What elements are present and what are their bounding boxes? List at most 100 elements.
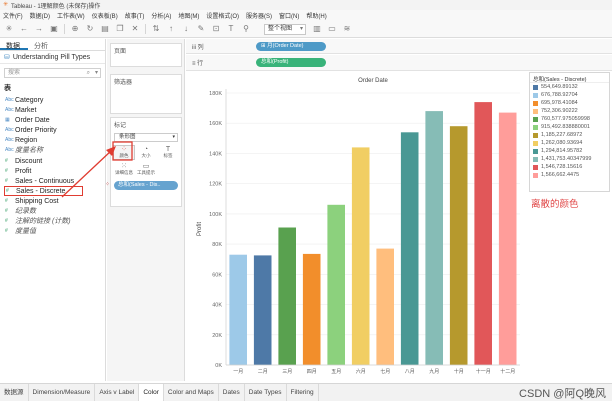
new-datasource-icon[interactable]: ⊕ bbox=[70, 24, 80, 34]
highlight-icon[interactable]: ✎ bbox=[196, 24, 206, 34]
sheet-tab[interactable]: Filtering bbox=[287, 383, 319, 401]
sheet-tab[interactable]: Color bbox=[139, 383, 164, 401]
legend-entry[interactable]: 695,978.41084 bbox=[530, 99, 609, 107]
field-search[interactable]: 搜索 ⌕ ▾ bbox=[4, 68, 101, 78]
legend-entry[interactable]: 1,262,080.93694 bbox=[530, 139, 609, 147]
field-item[interactable]: Abc 度量名称 bbox=[0, 145, 105, 155]
menu-item[interactable]: 仪表板(B) bbox=[92, 11, 118, 20]
tableau-home-icon[interactable]: ✳ bbox=[4, 24, 14, 34]
menu-item[interactable]: 文件(F) bbox=[3, 11, 23, 20]
field-item[interactable]: # Discount bbox=[0, 156, 105, 166]
bar[interactable] bbox=[351, 147, 370, 365]
back-icon[interactable]: ← bbox=[19, 24, 29, 34]
menu-item[interactable]: 工作表(W) bbox=[57, 11, 85, 20]
bar[interactable] bbox=[229, 254, 247, 365]
swap-icon[interactable]: ⇅ bbox=[151, 24, 161, 34]
sheet-tab[interactable]: Axis v Label bbox=[95, 383, 140, 401]
datasource-item[interactable]: ⛁ Understanding Pill Types bbox=[0, 51, 105, 64]
mark-type-select[interactable]: 条形图 ▾ bbox=[114, 133, 178, 142]
chart-icon[interactable]: ▥ bbox=[312, 24, 322, 34]
sheet-tab[interactable]: Color and Maps bbox=[164, 383, 219, 401]
legend-entry[interactable]: 752,306.90222 bbox=[530, 107, 609, 115]
field-item[interactable]: # 度量值 bbox=[0, 226, 105, 236]
legend-entry[interactable]: 1,294,814.95782 bbox=[530, 147, 609, 155]
view-select[interactable]: 整个视图 ▾ bbox=[264, 23, 306, 35]
field-item[interactable]: # Sales - Discrete bbox=[4, 186, 83, 196]
visualization-area[interactable]: Order Date 0K 20K 40K 60K 80K 100K 120K 140K 160K… bbox=[188, 73, 526, 379]
duplicate-icon[interactable]: ❐ bbox=[115, 24, 125, 34]
new-sheet-icon[interactable]: ▤ bbox=[100, 24, 110, 34]
legend-entry[interactable]: 915,492.838880001 bbox=[530, 123, 609, 131]
pages-shelf[interactable]: 页面 bbox=[110, 43, 182, 67]
legend-entry[interactable]: 1,566,662.4475 bbox=[530, 171, 609, 179]
legend-entry[interactable]: 1,431,753.40347999 bbox=[530, 155, 609, 163]
legend-entry[interactable]: 1,185,227.68972 bbox=[530, 131, 609, 139]
pin-icon[interactable]: ⚲ bbox=[241, 24, 251, 34]
clear-icon[interactable]: ✕ bbox=[130, 24, 140, 34]
field-item[interactable]: Abc Order Priority bbox=[0, 125, 105, 135]
bar[interactable] bbox=[376, 248, 394, 365]
columns-shelf[interactable]: iii 列 ⊞ 月(Order Date) bbox=[186, 39, 612, 54]
sheet-tab[interactable]: Dimension/Measure bbox=[29, 383, 96, 401]
menu-item[interactable]: 地图(M) bbox=[178, 11, 199, 20]
field-item[interactable]: # Sales - Continuous bbox=[0, 176, 105, 186]
show-me-icon[interactable]: ≋ bbox=[342, 24, 352, 34]
color-pill[interactable]: ⁘ 总和(Sales - Dis.. bbox=[105, 181, 178, 190]
legend-label: 1,294,814.95782 bbox=[541, 148, 583, 154]
present-icon[interactable]: ▭ bbox=[327, 24, 337, 34]
menu-item[interactable]: 服务器(S) bbox=[246, 11, 272, 20]
field-item[interactable]: # Profit bbox=[0, 166, 105, 176]
bar[interactable] bbox=[474, 102, 492, 365]
menu-item[interactable]: 分析(A) bbox=[151, 11, 171, 20]
field-item[interactable]: # 纪录数 bbox=[0, 206, 105, 216]
bar[interactable] bbox=[327, 204, 345, 365]
sheet-tab[interactable]: 数据源 bbox=[0, 383, 29, 401]
field-item[interactable]: # 注解的链接 (计数) bbox=[0, 216, 105, 226]
field-item[interactable]: Abc Region bbox=[0, 135, 105, 145]
bar[interactable] bbox=[253, 255, 272, 365]
menu-item[interactable]: 故事(T) bbox=[125, 11, 145, 20]
legend-entry[interactable]: 760,577.975059998 bbox=[530, 115, 609, 123]
legend-entry[interactable]: 1,546,728.15616 bbox=[530, 163, 609, 171]
bar[interactable] bbox=[449, 126, 468, 365]
bar-chart[interactable]: Order Date 0K 20K 40K 60K 80K 100K 120K 140K 160K… bbox=[188, 73, 526, 379]
bar[interactable] bbox=[425, 111, 443, 365]
sheet-tab[interactable]: Date Types bbox=[245, 383, 287, 401]
field-item[interactable]: Abc Category bbox=[0, 95, 105, 105]
marks-button[interactable]: ◔ 大小 bbox=[135, 145, 157, 160]
group-icon[interactable]: ⊡ bbox=[211, 24, 221, 34]
rows-pill[interactable]: 总和(Profit) bbox=[256, 58, 326, 67]
label-icon[interactable]: T bbox=[226, 24, 236, 34]
color-legend[interactable]: 总和(Sales - Discrete) 554,649.89132 676,78… bbox=[529, 72, 610, 192]
menu-item[interactable]: 帮助(H) bbox=[306, 11, 326, 20]
rows-shelf[interactable]: ≡ 行 总和(Profit) bbox=[186, 55, 612, 71]
field-item[interactable]: ▦ Order Date bbox=[0, 115, 105, 125]
save-icon[interactable]: ▣ bbox=[49, 24, 59, 34]
marks-button[interactable]: ▭ 工具提示 bbox=[135, 162, 157, 177]
bar[interactable] bbox=[278, 227, 296, 366]
menu-item[interactable]: 数据(D) bbox=[30, 11, 50, 20]
sort-asc-icon[interactable]: ↑ bbox=[166, 24, 176, 34]
y-tick-label: 60K bbox=[212, 272, 222, 278]
sheet-tab[interactable]: Dates bbox=[219, 383, 245, 401]
marks-button[interactable]: T 标签 bbox=[157, 145, 179, 160]
menu-item[interactable]: 设置格式(O) bbox=[206, 11, 239, 20]
bar[interactable] bbox=[498, 112, 517, 365]
marks-button[interactable]: ⁘ 颜色 bbox=[113, 145, 135, 160]
field-item[interactable]: Abc Market bbox=[0, 105, 105, 115]
filter-icon[interactable]: ▾ bbox=[95, 69, 98, 77]
tab-data[interactable]: 数据 bbox=[0, 39, 28, 50]
columns-pill[interactable]: ⊞ 月(Order Date) bbox=[256, 42, 326, 51]
filters-shelf[interactable]: 筛选器 bbox=[110, 74, 182, 114]
bar[interactable] bbox=[400, 132, 419, 365]
legend-entry[interactable]: 554,649.89132 bbox=[530, 83, 609, 91]
marks-button[interactable]: ⁙ 详细信息 bbox=[113, 162, 135, 177]
bar[interactable] bbox=[302, 253, 321, 365]
refresh-icon[interactable]: ↻ bbox=[85, 24, 95, 34]
menu-item[interactable]: 窗口(N) bbox=[279, 11, 299, 20]
sort-desc-icon[interactable]: ↓ bbox=[181, 24, 191, 34]
tab-analysis[interactable]: 分析 bbox=[28, 39, 56, 50]
forward-icon[interactable]: → bbox=[34, 24, 44, 34]
legend-entry[interactable]: 676,788.92704 bbox=[530, 91, 609, 99]
field-item[interactable]: # Shipping Cost bbox=[0, 196, 105, 206]
